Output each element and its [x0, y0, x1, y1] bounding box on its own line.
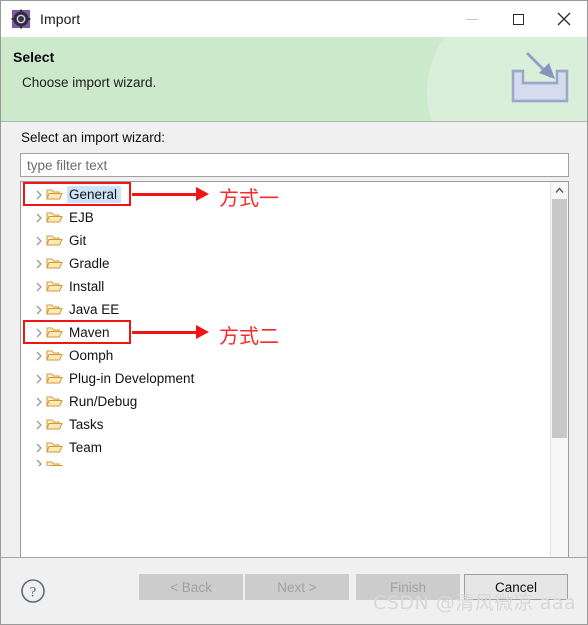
next-button[interactable]: Next >	[245, 574, 349, 600]
scrollbar-track[interactable]	[551, 199, 568, 585]
tree-row-run-debug[interactable]: Run/Debug	[21, 390, 550, 413]
chevron-right-icon[interactable]	[31, 351, 46, 361]
folder-icon	[46, 256, 63, 271]
wizard-banner: Select Choose import wizard.	[1, 37, 587, 122]
tree-row-label: EJB	[69, 210, 94, 225]
tree-row-label: Plug-in Development	[69, 371, 195, 386]
folder-icon	[46, 348, 63, 363]
finish-button[interactable]: Finish	[356, 574, 460, 600]
banner-title: Select	[13, 49, 55, 65]
tree-row-label: Run/Debug	[69, 394, 138, 409]
cancel-button[interactable]: Cancel	[464, 574, 568, 600]
scrollbar-thumb[interactable]	[552, 199, 567, 439]
folder-icon	[46, 187, 63, 202]
chevron-right-icon[interactable]	[31, 190, 46, 200]
tree-row-label: Oomph	[69, 348, 114, 363]
help-icon[interactable]: ?	[20, 578, 46, 604]
banner-subtitle: Choose import wizard.	[22, 75, 157, 90]
tree-row-label: Gradle	[69, 256, 110, 271]
filter-input[interactable]	[20, 153, 569, 177]
tree-row-label: General	[67, 186, 122, 203]
tree-row-maven[interactable]: Maven	[21, 321, 550, 344]
chevron-right-icon[interactable]	[31, 213, 46, 223]
tree-row-partial[interactable]	[21, 459, 550, 466]
tree-row-plug-in-development[interactable]: Plug-in Development	[21, 367, 550, 390]
tree-row-oomph[interactable]: Oomph	[21, 344, 550, 367]
tree-row-ejb[interactable]: EJB	[21, 206, 550, 229]
chevron-right-icon[interactable]	[31, 443, 46, 453]
close-icon[interactable]	[541, 1, 587, 37]
tree-row-team[interactable]: Team	[21, 436, 550, 459]
tree-row-label: Install	[69, 279, 105, 294]
tree-vertical-scrollbar[interactable]	[550, 182, 568, 602]
import-wizard-dialog: Import Select Choose import wizard. Sele…	[0, 0, 588, 625]
tree-row-general[interactable]: General	[21, 183, 550, 206]
import-wizard-tree[interactable]: General EJB Git Gradle Install Java EE M…	[20, 181, 569, 603]
title-bar: Import	[1, 1, 587, 37]
chevron-right-icon[interactable]	[31, 236, 46, 246]
folder-icon	[46, 210, 63, 225]
tree-row-label: Maven	[69, 325, 110, 340]
chevron-right-icon[interactable]	[31, 259, 46, 269]
back-button[interactable]: < Back	[139, 574, 243, 600]
tree-row-install[interactable]: Install	[21, 275, 550, 298]
chevron-right-icon[interactable]	[31, 459, 46, 466]
tree-rows: General EJB Git Gradle Install Java EE M…	[21, 182, 550, 602]
folder-icon	[46, 233, 63, 248]
wizard-list-label: Select an import wizard:	[21, 130, 166, 145]
chevron-up-icon[interactable]	[551, 182, 568, 199]
dialog-body: Select an import wizard: General	[1, 122, 587, 603]
folder-icon	[46, 279, 63, 294]
chevron-right-icon[interactable]	[31, 305, 46, 315]
minimize-icon[interactable]	[449, 1, 495, 37]
svg-text:?: ?	[30, 585, 37, 601]
maximize-icon[interactable]	[495, 1, 541, 37]
tree-row-label: Team	[69, 440, 103, 455]
tree-row-label: Java EE	[69, 302, 120, 317]
window-controls	[449, 1, 587, 37]
chevron-right-icon[interactable]	[31, 374, 46, 384]
folder-icon	[46, 459, 63, 466]
tree-row-tasks[interactable]: Tasks	[21, 413, 550, 436]
folder-icon	[46, 394, 63, 409]
folder-icon	[46, 371, 63, 386]
eclipse-wizard-icon	[11, 9, 31, 29]
folder-icon	[46, 440, 63, 455]
tree-row-label: Git	[69, 233, 87, 248]
folder-icon	[46, 325, 63, 340]
window-title: Import	[40, 11, 81, 27]
tree-row-java-ee[interactable]: Java EE	[21, 298, 550, 321]
tree-row-label: Tasks	[69, 417, 104, 432]
folder-icon	[46, 417, 63, 432]
tree-row-gradle[interactable]: Gradle	[21, 252, 550, 275]
chevron-right-icon[interactable]	[31, 282, 46, 292]
folder-icon	[46, 302, 63, 317]
chevron-right-icon[interactable]	[31, 328, 46, 338]
dialog-button-bar: ? < Back Next > Finish Cancel CSDN @清风微凉…	[1, 557, 587, 624]
chevron-right-icon[interactable]	[31, 397, 46, 407]
chevron-right-icon[interactable]	[31, 420, 46, 430]
import-tray-icon	[503, 45, 577, 111]
tree-row-git[interactable]: Git	[21, 229, 550, 252]
